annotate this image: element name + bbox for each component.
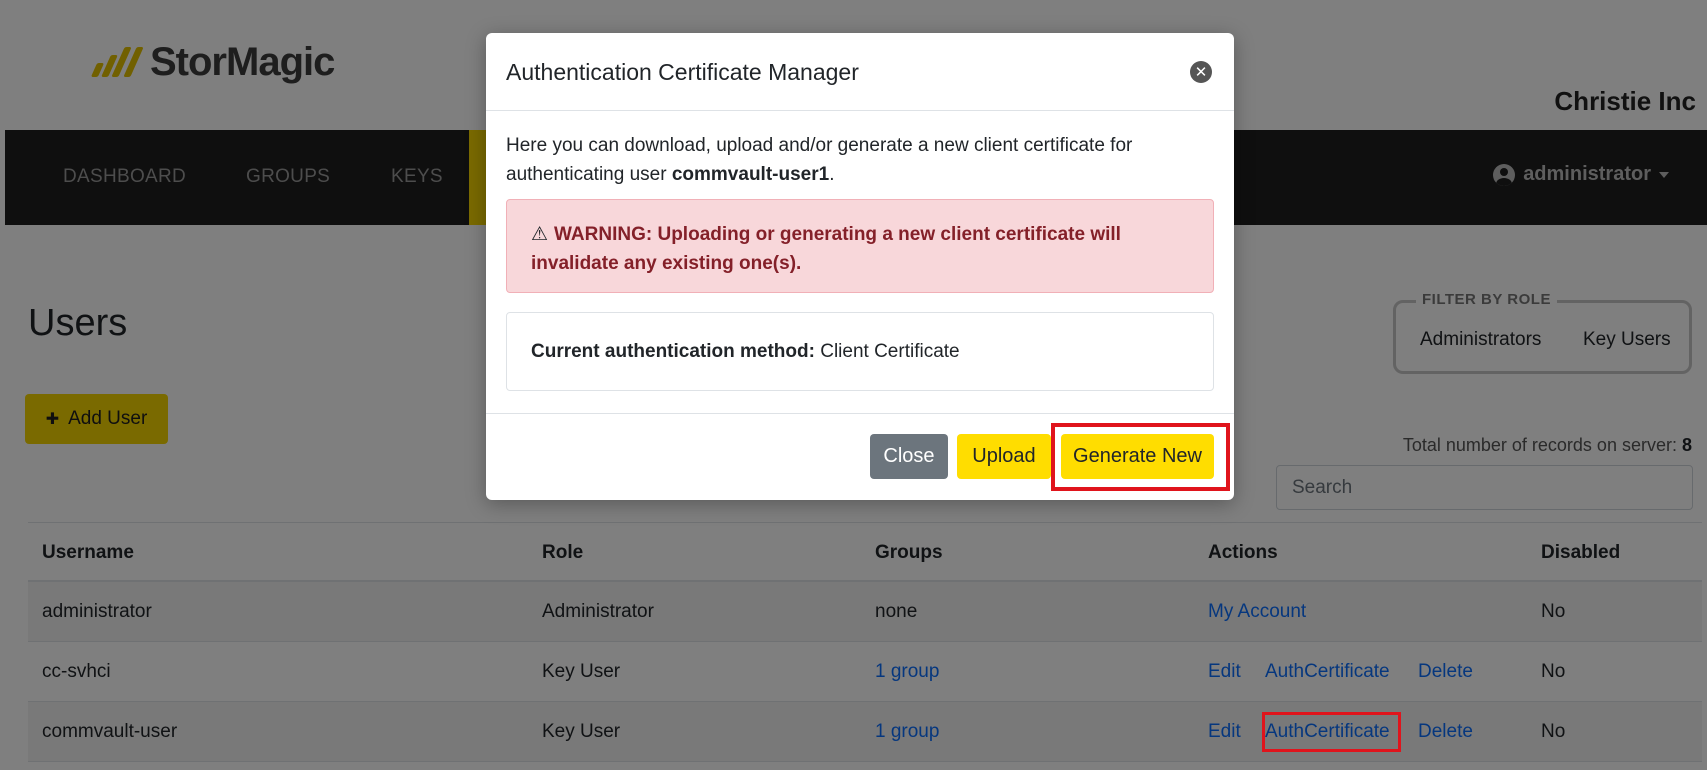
modal-intro: Here you can download, upload and/or gen… bbox=[506, 131, 1214, 189]
warning-alert: ⚠ WARNING: Uploading or generating a new … bbox=[506, 199, 1214, 293]
auth-method-box: Current authentication method: Client Ce… bbox=[506, 312, 1214, 391]
highlight-box bbox=[1262, 712, 1401, 752]
modal-title: Authentication Certificate Manager bbox=[506, 59, 859, 85]
highlight-box bbox=[1051, 423, 1230, 491]
warning-text: WARNING: Uploading or generating a new c… bbox=[531, 224, 1121, 274]
modal-header: Authentication Certificate Manager ✕ bbox=[486, 33, 1234, 111]
intro-end: . bbox=[829, 164, 835, 185]
modal-body: Here you can download, upload and/or gen… bbox=[506, 131, 1214, 391]
upload-button[interactable]: Upload bbox=[957, 434, 1051, 479]
close-icon[interactable]: ✕ bbox=[1190, 61, 1212, 83]
method-label: Current authentication method: bbox=[531, 341, 815, 362]
warning-triangle-icon: ⚠ bbox=[531, 224, 549, 245]
method-value: Client Certificate bbox=[820, 341, 960, 362]
intro-username: commvault-user1 bbox=[671, 164, 830, 185]
close-button[interactable]: Close bbox=[870, 434, 948, 479]
